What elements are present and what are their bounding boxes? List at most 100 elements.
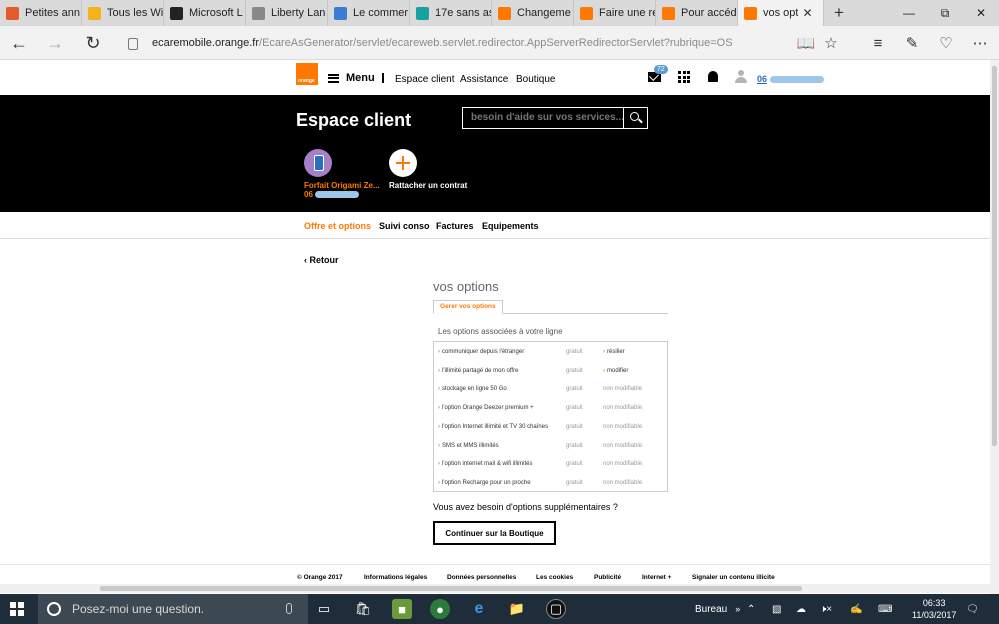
footer-link-legal[interactable]: Informations légales — [364, 574, 427, 581]
browser-tab[interactable]: vos opt ✕ — [738, 0, 824, 26]
tab-offre-et-options[interactable]: Offre et options — [304, 221, 371, 231]
option-name[interactable]: stockage en ligne 50 Go — [438, 386, 507, 392]
url-host: ecaremobile.orange.fr — [152, 37, 260, 49]
browser-tab[interactable]: Liberty Lan — [246, 0, 328, 26]
option-name[interactable]: l'option Orange Deezer premium + — [438, 405, 534, 411]
chevron-double-icon: » — [735, 604, 741, 614]
browser-tab-label: Petites ann — [25, 7, 81, 19]
task-view-icon[interactable]: ▭ — [314, 599, 334, 619]
contract-number-prefix: 06 — [304, 190, 313, 199]
back-arrow-icon[interactable]: ← — [8, 32, 30, 54]
favicon-icon — [744, 6, 757, 20]
option-name[interactable]: l'illimité partagé de mon offre — [438, 368, 518, 374]
browser-tab[interactable]: Petites ann — [0, 0, 82, 26]
close-window-icon[interactable]: ✕ — [963, 0, 999, 26]
option-action-link[interactable]: modifier — [603, 368, 628, 374]
bell-icon[interactable] — [708, 71, 718, 82]
forward-arrow-icon[interactable]: → — [44, 32, 66, 54]
option-name[interactable]: communiquer depuis l'étranger — [438, 349, 524, 355]
app-icon[interactable]: ■ — [392, 599, 412, 619]
restore-icon[interactable]: ⧉ — [927, 0, 963, 26]
continue-shop-button[interactable]: Continuer sur la Boutique — [433, 521, 556, 545]
tab-gerer-vos-options[interactable]: Gerer vos options — [433, 300, 503, 314]
reading-view-icon[interactable]: 📖 — [796, 33, 816, 53]
option-name[interactable]: l'option internet mail & wifi illimités — [438, 461, 533, 467]
search-icon[interactable] — [623, 108, 647, 128]
help-search-input[interactable] — [463, 108, 623, 128]
tab-equipements[interactable]: Equipements — [482, 221, 539, 231]
new-tab-button[interactable]: + — [824, 0, 854, 26]
web-note-icon[interactable]: ✎ — [902, 33, 922, 53]
tab-factures[interactable]: Factures — [436, 221, 474, 231]
hub-icon[interactable]: ≡ — [868, 33, 888, 53]
logo-text: orange — [298, 78, 315, 84]
close-tab-icon[interactable]: ✕ — [802, 6, 812, 20]
desktop-label: Bureau — [695, 603, 728, 615]
browser-tab[interactable]: Microsoft L — [164, 0, 246, 26]
footer-link-cookies[interactable]: Les cookies — [536, 574, 573, 581]
edge-icon[interactable]: e — [469, 599, 489, 619]
network-icon[interactable]: ▧ — [772, 594, 781, 624]
minimize-icon[interactable]: — — [891, 0, 927, 26]
browser-tab[interactable]: Le commer — [328, 0, 410, 26]
favicon-icon — [662, 6, 675, 20]
option-name[interactable]: l'option Internet illimité et TV 30 chaî… — [438, 424, 548, 430]
hero-banner: Espace client Forfait Origami Ze... 06 R… — [0, 95, 990, 212]
nav-separator — [382, 73, 384, 83]
option-name[interactable]: l'option Recharge pour un proche — [438, 480, 531, 486]
contract-card[interactable]: Forfait Origami Ze... 06 — [304, 149, 384, 199]
add-contract[interactable]: Rattacher un contrat — [389, 149, 467, 190]
footer-link-privacy[interactable]: Données personnelles — [447, 574, 516, 581]
apps-grid-icon[interactable] — [678, 71, 690, 83]
back-link[interactable]: ‹ Retour — [304, 255, 339, 265]
orange-logo[interactable]: orange — [296, 63, 318, 85]
tray-chevron-up-icon[interactable]: ⌃ — [747, 594, 755, 624]
option-row: communiquer depuis l'étranger gratuit rési… — [434, 343, 667, 361]
url-field[interactable]: ecaremobile.orange.fr/EcareAsGenerator/s… — [128, 34, 778, 52]
option-name[interactable]: SMS et MMS illimités — [438, 443, 499, 449]
nav-link-assistance[interactable]: Assistance — [460, 74, 508, 85]
hamburger-icon — [328, 73, 339, 83]
browser-tab[interactable]: Changeme — [492, 0, 574, 26]
horizontal-scrollbar[interactable] — [0, 584, 990, 593]
options-subtitle: Les options associées à votre ligne — [438, 327, 563, 336]
footer-link-report[interactable]: Signaler un contenu illicite — [692, 574, 775, 581]
menu-button[interactable]: Menu — [328, 72, 375, 84]
system-clock[interactable]: 06:33 11/03/2017 — [912, 597, 956, 621]
browser-tab[interactable]: Tous les Wi — [82, 0, 164, 26]
more-icon[interactable]: ⋯ — [970, 33, 990, 53]
media-icon[interactable]: ▢ — [546, 599, 566, 619]
browser-tab[interactable]: Faire une re — [574, 0, 656, 26]
keyboard-icon[interactable]: ⌨ — [878, 594, 892, 624]
notifications-icon[interactable]: 🗨 — [966, 594, 979, 624]
tab-suivi-conso[interactable]: Suivi conso — [379, 221, 430, 231]
desktop-toolbar[interactable]: Bureau » — [695, 594, 740, 624]
vertical-scrollbar[interactable] — [990, 60, 999, 594]
browser-tab[interactable]: Pour accéd — [656, 0, 738, 26]
refresh-icon[interactable]: ↻ — [82, 32, 104, 54]
cortana-search[interactable]: Posez-moi une question. — [38, 594, 308, 624]
volume-muted-icon[interactable]: 🕨× — [820, 594, 832, 624]
nav-link-boutique[interactable]: Boutique — [516, 74, 555, 85]
share-icon[interactable]: ♡ — [936, 33, 956, 53]
option-action-link[interactable]: résilier — [603, 349, 625, 355]
favorite-star-icon[interactable]: ☆ — [821, 33, 841, 53]
footer-link-internet-plus[interactable]: Internet + — [642, 574, 671, 581]
windows-start-icon[interactable] — [10, 602, 24, 616]
onedrive-icon[interactable]: ☁ — [796, 594, 806, 624]
nav-link-espace-client[interactable]: Espace client — [395, 74, 454, 85]
pen-icon[interactable]: ✍ — [850, 594, 862, 624]
microphone-icon[interactable] — [286, 603, 292, 614]
account-number-link[interactable]: 06 — [757, 74, 825, 84]
option-row: SMS et MMS illimités gratuit non modifiabl… — [434, 437, 667, 455]
file-explorer-icon[interactable]: 📁 — [507, 599, 527, 619]
store-icon[interactable]: 🛍 — [353, 599, 373, 619]
tripadvisor-icon[interactable]: ● — [430, 599, 450, 619]
site-top-nav: orange Menu Espace client Assistance Bou… — [0, 60, 990, 95]
footer-link-ads[interactable]: Publicité — [594, 574, 621, 581]
avatar-icon[interactable] — [735, 70, 747, 83]
browser-tab-label: Microsoft L — [189, 7, 243, 19]
browser-tab[interactable]: 17e sans as — [410, 0, 492, 26]
options-tab-row: Gerer vos options — [433, 300, 668, 314]
lock-icon — [128, 38, 138, 50]
